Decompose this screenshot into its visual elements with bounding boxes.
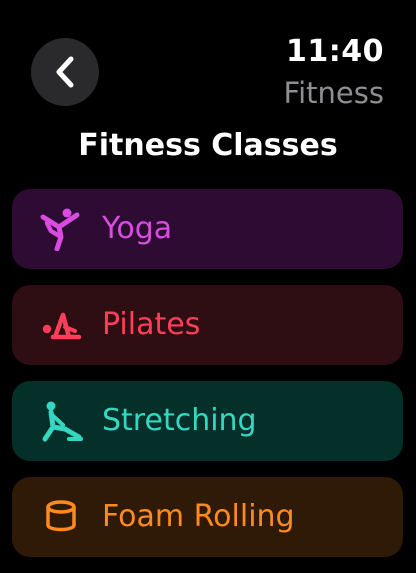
back-button[interactable]: [31, 38, 99, 106]
class-item-stretching[interactable]: Stretching: [12, 381, 403, 461]
class-item-label: Pilates: [102, 307, 201, 342]
class-item-label: Stretching: [102, 403, 257, 438]
class-item-label: Foam Rolling: [102, 499, 295, 534]
class-item-foam-rolling[interactable]: Foam Rolling: [12, 477, 403, 557]
class-item-pilates[interactable]: Pilates: [12, 285, 403, 365]
pilates-icon: [36, 300, 86, 350]
class-list: Yoga Pilates Stretching Foam Rolling: [12, 189, 403, 573]
yoga-icon: [36, 204, 86, 254]
status-time: 11:40: [286, 34, 384, 69]
app-name: Fitness: [283, 76, 384, 110]
page-title: Fitness Classes: [78, 128, 338, 163]
foam-rolling-icon: [36, 492, 86, 542]
class-item-label: Yoga: [102, 211, 173, 246]
chevron-left-icon: [56, 56, 74, 88]
class-item-yoga[interactable]: Yoga: [12, 189, 403, 269]
stretching-icon: [36, 396, 86, 446]
